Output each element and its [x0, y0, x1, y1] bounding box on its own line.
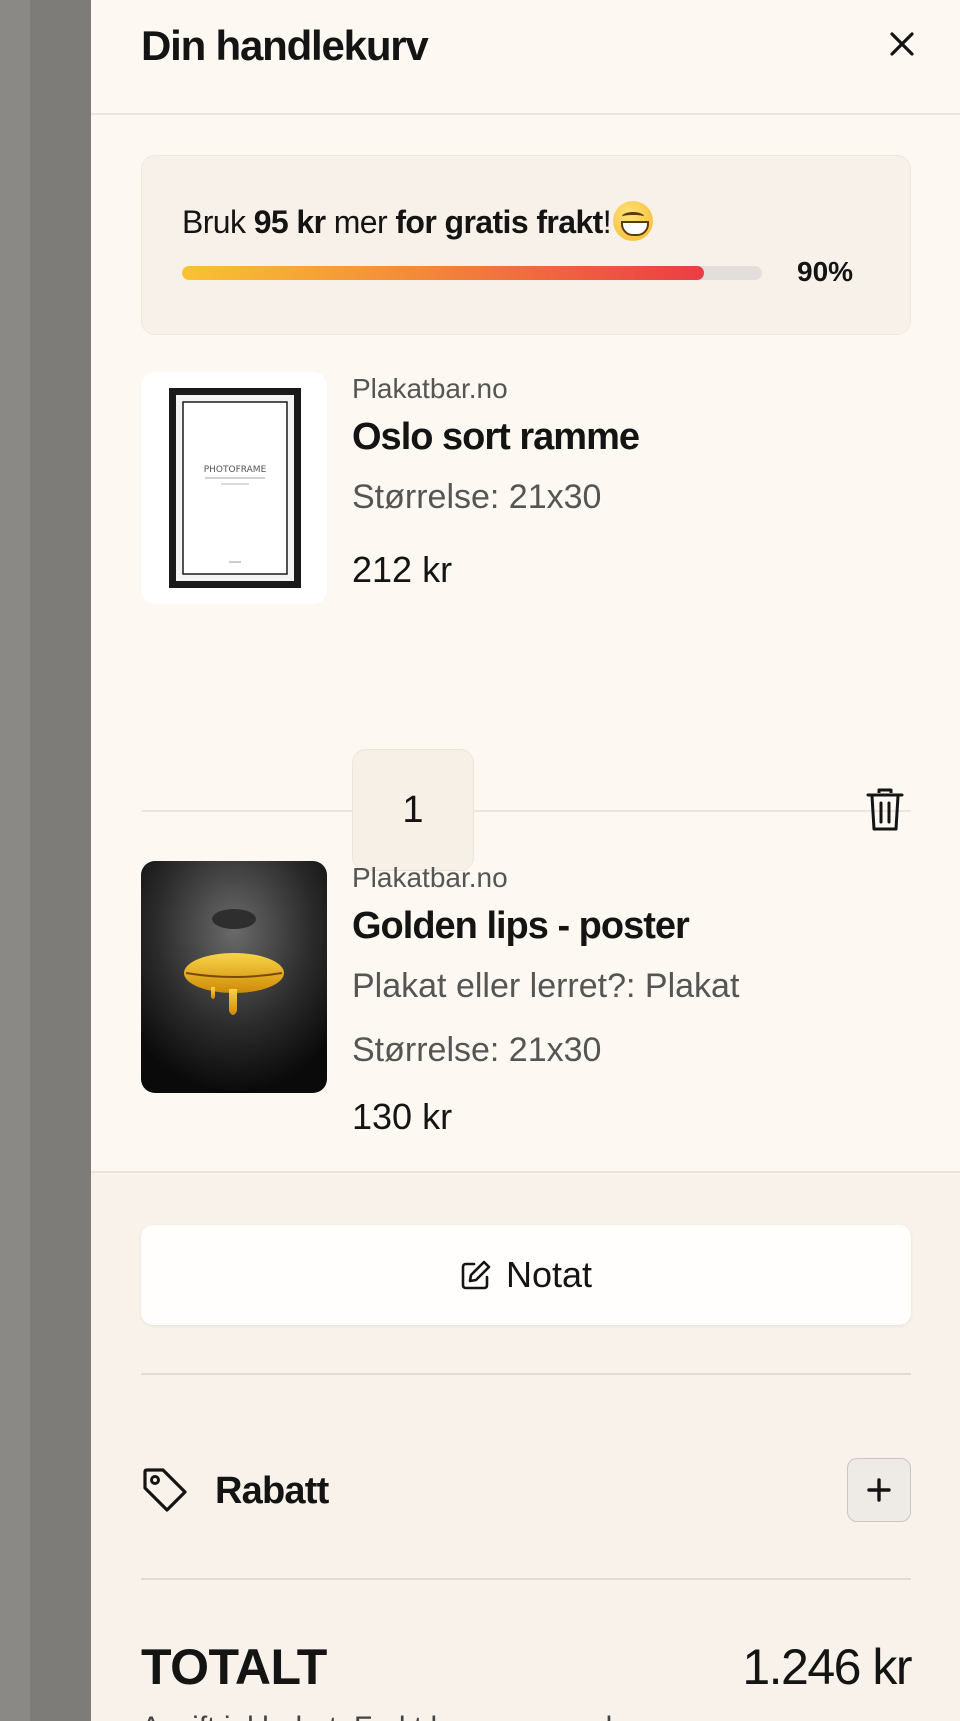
photoframe-label: PHOTOFRAME: [204, 465, 267, 475]
note-label: Notat: [505, 1254, 593, 1295]
cart-title: Din handlekurv: [141, 22, 429, 69]
close-icon[interactable]: [884, 26, 920, 62]
cart-items-scroll[interactable]: Bruk 95 kr mer for gratis frakt! 90% PHO…: [91, 117, 960, 1171]
item-price: 130 kr: [352, 1096, 453, 1137]
total-label: TOTALT: [141, 1639, 327, 1695]
page-overlay[interactable]: [0, 0, 30, 1721]
quantity-input[interactable]: 1: [352, 749, 474, 871]
product-image[interactable]: PHOTOFRAME: [141, 372, 327, 604]
edit-icon: [461, 1260, 491, 1290]
item-option-size: Størrelse: 21x30: [352, 1031, 602, 1069]
free-shipping-banner: Bruk 95 kr mer for gratis frakt! 90%: [141, 155, 911, 335]
item-details: Plakatbar.no Oslo sort ramme Størrelse: …: [352, 372, 902, 592]
item-name[interactable]: Golden lips - poster: [352, 901, 902, 951]
note-button[interactable]: Notat: [141, 1225, 911, 1325]
shipping-progress-fill: [182, 266, 704, 280]
cart-footer: Notat Rabatt TOTALT 1.246 kr Avgift inkl…: [91, 1171, 960, 1721]
add-discount-button[interactable]: [847, 1458, 911, 1522]
total-value: 1.246 kr: [742, 1639, 912, 1695]
product-image[interactable]: [141, 861, 327, 1093]
cart-header: Din handlekurv: [91, 0, 960, 115]
item-option-size: Størrelse: 21x30: [352, 478, 602, 516]
cart-drawer: Din handlekurv Bruk 95 kr mer for gratis…: [91, 0, 960, 1721]
trash-icon[interactable]: [864, 787, 906, 833]
grinning-face-icon: [613, 201, 653, 241]
item-vendor: Plakatbar.no: [352, 373, 508, 404]
taxes-note: Avgift inkludert. Frakt beregnes ved: [141, 1711, 612, 1721]
plus-icon: [867, 1478, 891, 1502]
item-vendor: Plakatbar.no: [352, 862, 508, 893]
discount-label: Rabatt: [215, 1470, 329, 1512]
divider: [141, 1578, 911, 1580]
tag-icon: [143, 1468, 187, 1512]
cart-item: PHOTOFRAME Plakatbar.no Oslo sort ramme …: [141, 372, 911, 871]
item-option-type: Plakat eller lerret?: Plakat: [352, 967, 740, 1005]
item-price: 212 kr: [352, 549, 453, 590]
divider: [141, 1373, 911, 1375]
free-shipping-message: Bruk 95 kr mer for gratis frakt!: [182, 201, 653, 241]
item-name[interactable]: Oslo sort ramme: [352, 412, 902, 462]
item-details: Plakatbar.no Golden lips - poster Plakat…: [352, 861, 902, 1139]
cart-item: Plakatbar.no Golden lips - poster Plakat…: [141, 861, 911, 1171]
shipping-progress-bar: [182, 266, 762, 280]
discount-row[interactable]: Rabatt: [141, 1458, 911, 1528]
shipping-progress-label: 90%: [797, 256, 854, 287]
